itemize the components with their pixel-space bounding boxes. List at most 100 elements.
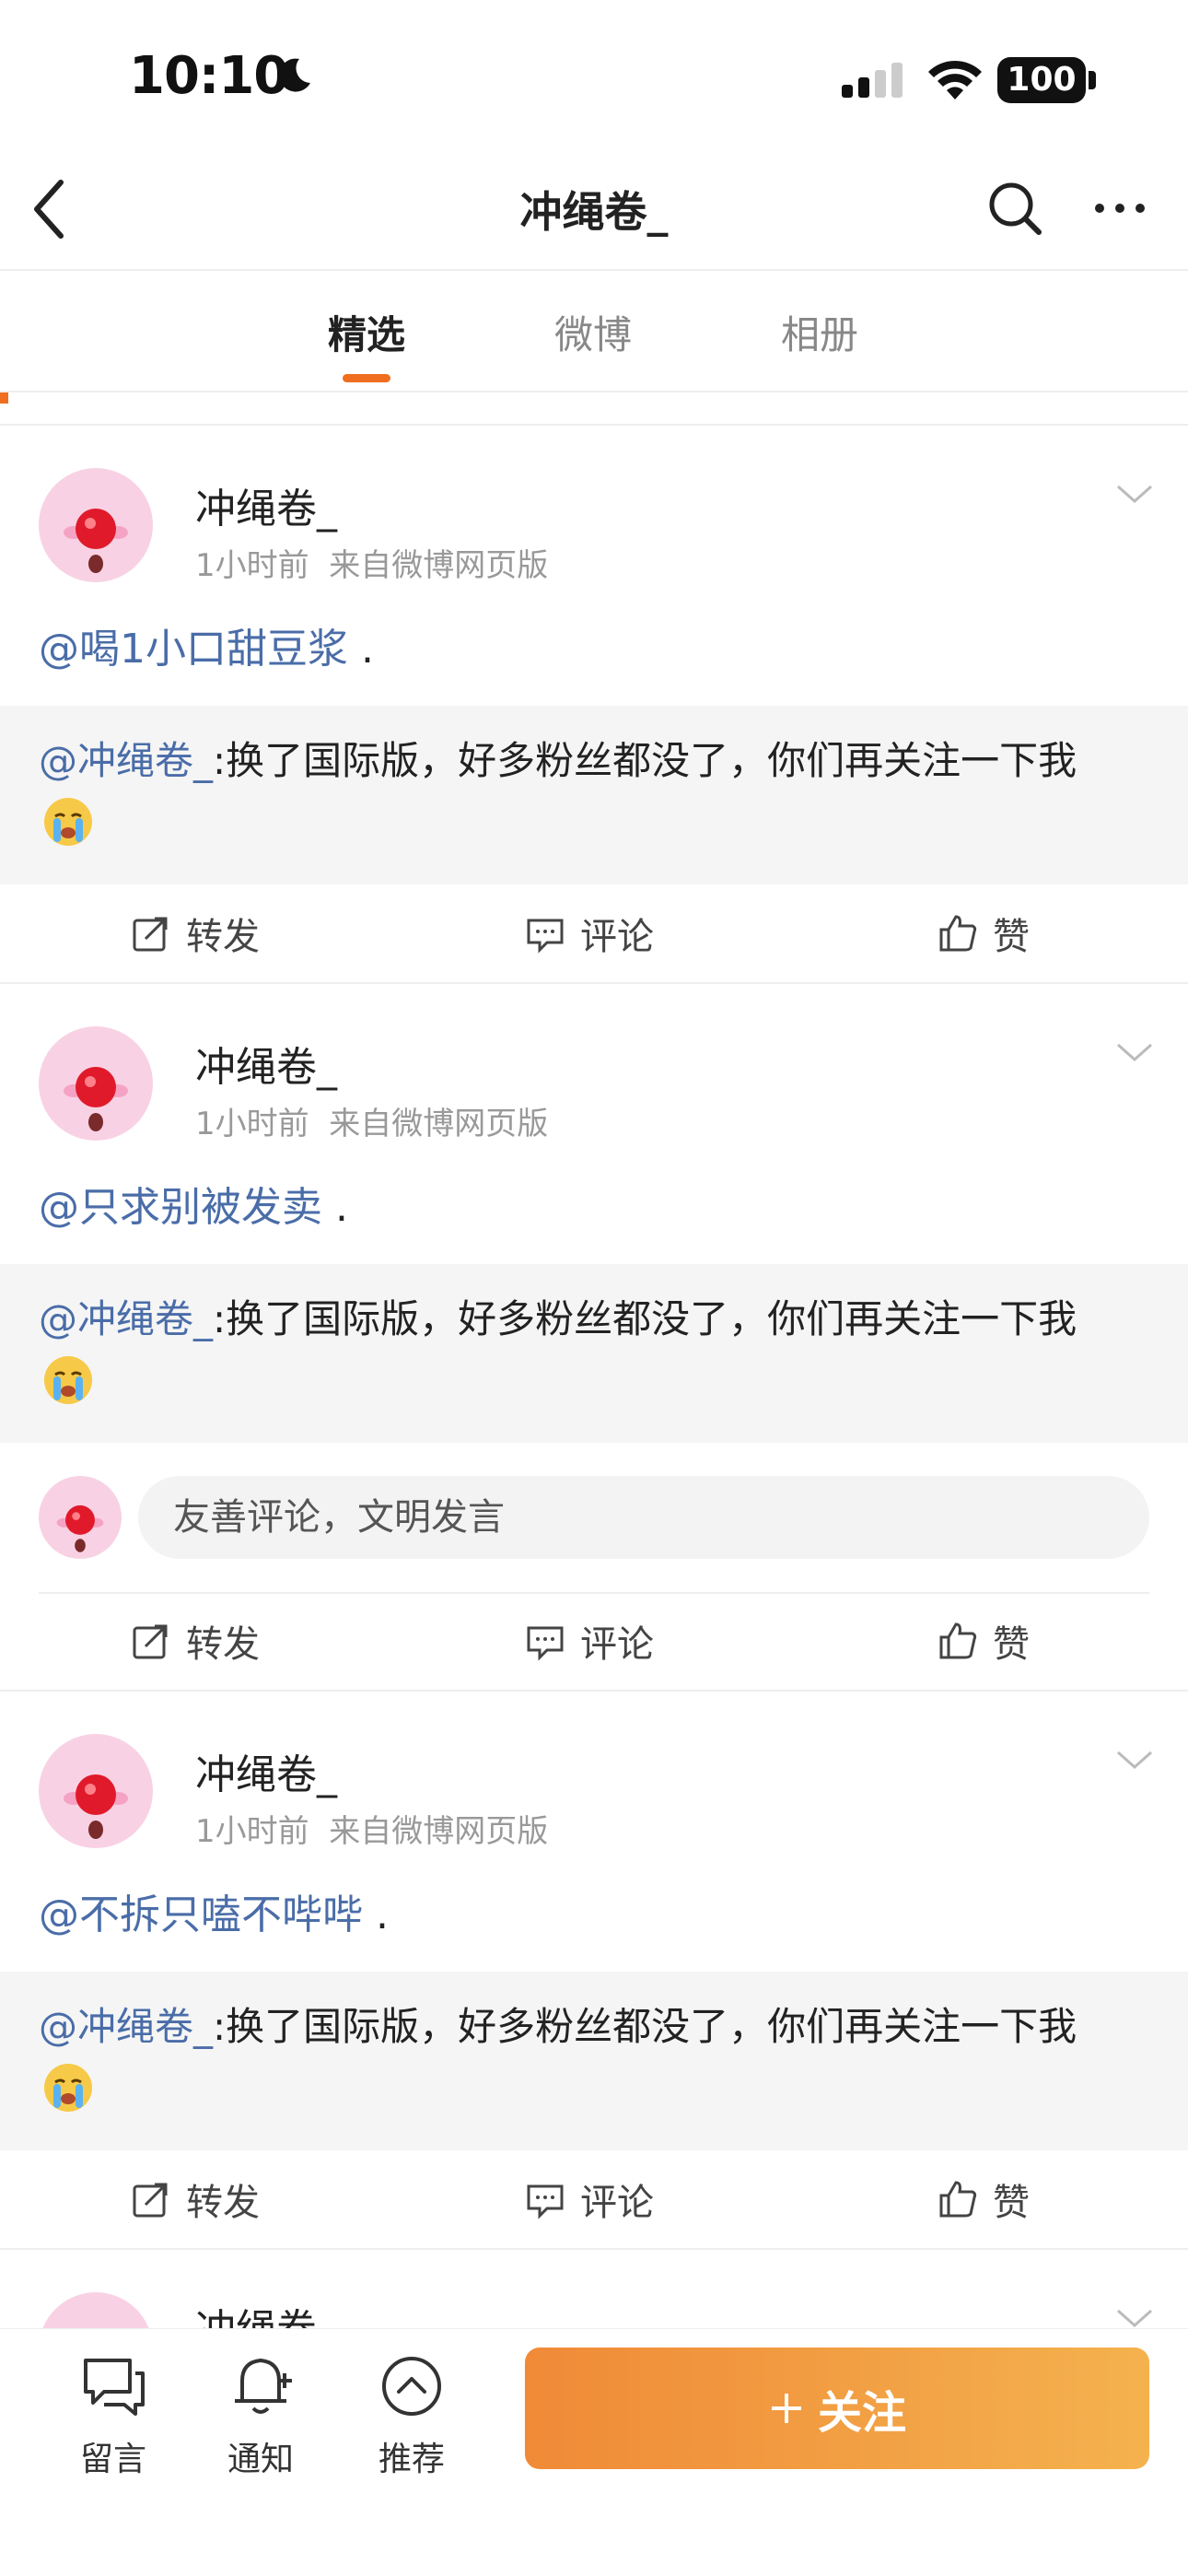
chevron-down-icon[interactable]	[1116, 1749, 1153, 1771]
quoted-author-link[interactable]: @冲绳卷_	[39, 738, 213, 783]
wifi-icon	[928, 60, 982, 100]
section-divider	[0, 424, 1188, 426]
post-divider	[0, 982, 1188, 984]
post-time: 1小时前	[195, 1106, 309, 1142]
post-time: 1小时前	[195, 1813, 309, 1850]
comment-button[interactable]: 评论	[525, 2172, 654, 2226]
post-suffix: .	[376, 1891, 389, 1938]
repost-icon	[133, 2183, 168, 2218]
mention-link[interactable]: @不拆只嗑不哔哔	[39, 1891, 363, 1938]
chevron-down-icon[interactable]	[1116, 483, 1153, 505]
avatar[interactable]	[39, 468, 153, 582]
post-meta: 1小时前 来自微博网页版	[195, 1098, 548, 1143]
post-author[interactable]: 冲绳卷_	[195, 1741, 337, 1800]
repost-icon	[133, 917, 168, 952]
crying-emoji-icon	[44, 798, 92, 846]
plus-icon	[771, 2394, 801, 2423]
quoted-body: :换了国际版，好多粉丝都没了，你们再关注一下我	[213, 738, 1077, 783]
message-button[interactable]: 留言	[53, 2349, 173, 2480]
like-label: 赞	[993, 2182, 1030, 2224]
comment-button[interactable]: 评论	[525, 907, 654, 960]
header-divider	[0, 269, 1188, 271]
crying-emoji-icon	[44, 2064, 92, 2112]
battery-tip	[1089, 71, 1096, 89]
post-time: 1小时前	[195, 547, 309, 584]
comment-icon	[527, 1626, 564, 1661]
post-divider	[0, 1690, 1188, 1692]
comment-icon	[527, 919, 564, 954]
mention-link[interactable]: @喝1小口甜豆浆	[39, 626, 348, 673]
tab-album[interactable]: 相册	[728, 304, 912, 360]
thumbs-up-icon	[939, 2181, 977, 2218]
notify-button[interactable]: 通知	[201, 2349, 320, 2480]
post-source: 来自微博网页版	[329, 547, 549, 584]
thumbs-up-icon	[939, 915, 977, 952]
repost-label: 转发	[186, 1623, 260, 1666]
post-text: @只求别被发卖 .	[39, 1174, 348, 1233]
chevron-up-circle-icon	[382, 2357, 441, 2416]
like-button[interactable]: 赞	[938, 907, 1030, 960]
more-icon[interactable]	[1092, 197, 1147, 219]
mention-link[interactable]: @只求别被发卖	[39, 1184, 322, 1231]
post-meta: 1小时前 来自微博网页版	[195, 1806, 548, 1851]
quoted-body: :换了国际版，好多粉丝都没了，你们再关注一下我	[213, 2004, 1077, 2049]
repost-label: 转发	[186, 916, 260, 958]
post-meta: 1小时前 来自微博网页版	[195, 540, 548, 585]
tabs-divider	[0, 391, 1188, 392]
comment-input[interactable]: 友善评论，文明发言	[138, 1476, 1149, 1559]
repost-label: 转发	[186, 2182, 260, 2224]
recommend-label: 推荐	[378, 2441, 445, 2478]
search-icon[interactable]	[985, 179, 1044, 238]
like-button[interactable]: 赞	[938, 1614, 1030, 1668]
comment-divider	[39, 1592, 1149, 1594]
chevron-down-icon[interactable]	[1116, 2307, 1153, 2329]
like-button[interactable]: 赞	[938, 2172, 1030, 2226]
like-label: 赞	[993, 1623, 1030, 1666]
like-label: 赞	[993, 916, 1030, 958]
quoted-author-link[interactable]: @冲绳卷_	[39, 2004, 213, 2049]
post-divider	[0, 2248, 1188, 2250]
message-label: 留言	[79, 2441, 146, 2478]
crying-emoji-icon	[44, 1356, 92, 1404]
repost-button[interactable]: 转发	[131, 2172, 260, 2226]
tab-featured[interactable]: 精选	[274, 304, 459, 360]
quoted-text: @冲绳卷_:换了国际版，好多粉丝都没了，你们再关注一下我	[39, 1997, 1153, 2056]
post-text: @喝1小口甜豆浆 .	[39, 615, 374, 674]
chevron-down-icon[interactable]	[1116, 1041, 1153, 1063]
my-avatar[interactable]	[39, 1476, 122, 1559]
comment-button[interactable]: 评论	[525, 1614, 654, 1668]
battery-indicator: 100	[997, 57, 1086, 103]
thumbs-up-icon	[939, 1622, 977, 1659]
quoted-author-link[interactable]: @冲绳卷_	[39, 1296, 213, 1341]
status-time: 10:10	[129, 46, 289, 106]
post-author[interactable]: 冲绳卷_	[195, 1034, 337, 1093]
quoted-text: @冲绳卷_:换了国际版，好多粉丝都没了，你们再关注一下我	[39, 732, 1153, 790]
follow-label: 关注	[817, 2387, 906, 2439]
notify-label: 通知	[227, 2441, 294, 2478]
comment-label: 评论	[580, 1623, 654, 1666]
tab-weibo[interactable]: 微博	[501, 304, 685, 360]
tab-indicator	[343, 374, 390, 382]
post-text: @不拆只嗑不哔哔 .	[39, 1881, 389, 1940]
bell-plus-icon	[235, 2359, 292, 2414]
repost-icon	[133, 1624, 168, 1659]
recommend-button[interactable]: 推荐	[352, 2349, 472, 2480]
post-source: 来自微博网页版	[329, 1813, 549, 1850]
repost-button[interactable]: 转发	[131, 907, 260, 960]
comment-label: 评论	[580, 2182, 654, 2224]
message-icon	[84, 2359, 145, 2416]
post-suffix: .	[335, 1184, 348, 1231]
post-suffix: .	[361, 626, 374, 673]
comment-icon	[527, 2184, 564, 2219]
moon-icon	[279, 58, 310, 92]
quoted-body: :换了国际版，好多粉丝都没了，你们再关注一下我	[213, 1296, 1077, 1341]
comment-label: 评论	[580, 916, 654, 958]
avatar[interactable]	[39, 1026, 153, 1141]
post-source: 来自微博网页版	[329, 1106, 549, 1142]
quoted-text: @冲绳卷_:换了国际版，好多粉丝都没了，你们再关注一下我	[39, 1290, 1153, 1349]
avatar[interactable]	[39, 1734, 153, 1848]
section-marker	[0, 392, 8, 404]
post-author[interactable]: 冲绳卷_	[195, 475, 337, 534]
repost-button[interactable]: 转发	[131, 1614, 260, 1668]
follow-button[interactable]: 关注	[525, 2348, 1149, 2469]
